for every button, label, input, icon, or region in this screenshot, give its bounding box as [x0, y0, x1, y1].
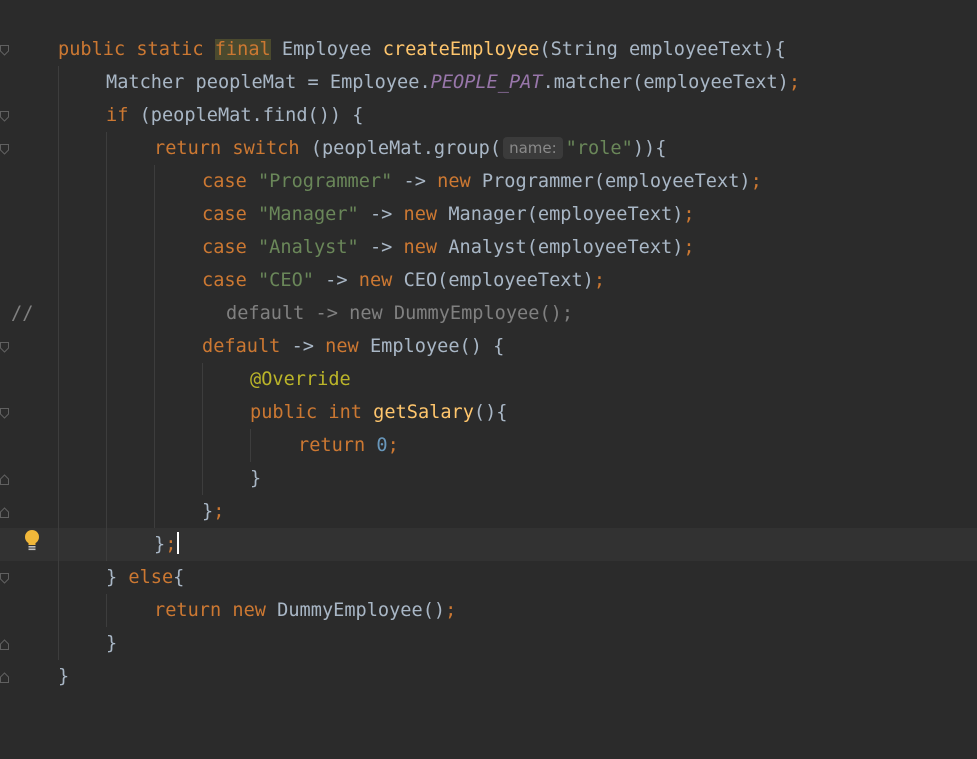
code-area[interactable]: public static final Employee createEmplo… [0, 0, 977, 702]
keyword-final-highlighted: final [214, 39, 271, 60]
code-text: CEO(employeeText) [403, 270, 594, 291]
keyword: int [328, 402, 362, 423]
keyword: return [298, 435, 366, 456]
string-literal: "role" [565, 138, 633, 159]
type-name: Employee [281, 39, 372, 60]
semicolon: ; [683, 204, 695, 225]
parameter-hint: name: [503, 137, 563, 159]
keyword: new [437, 171, 471, 192]
semicolon: ; [788, 72, 801, 93]
code-line: return 0; [0, 429, 977, 462]
string-literal: "Analyst" [257, 237, 359, 258]
code-line: return new DummyEmployee(); [0, 594, 977, 627]
code-line-current: }; [0, 528, 977, 561]
arrow: -> [369, 237, 393, 258]
keyword: else [128, 567, 174, 588]
code-line: } [0, 462, 977, 495]
code-line: case "Analyst" -> new Analyst(employeeTe… [0, 231, 977, 264]
code-line: return switch (peopleMat.group(name: "rol… [0, 132, 977, 165]
keyword: new [403, 237, 438, 258]
code-text: )){ [632, 138, 667, 159]
code-text: } [106, 633, 118, 654]
keyword: return [154, 138, 222, 159]
annotation: @Override [250, 369, 351, 390]
arrow: -> [403, 171, 426, 192]
code-text: } [106, 567, 129, 588]
keyword: case [202, 270, 247, 291]
code-line: Matcher peopleMat = Employee.PEOPLE_PAT.… [0, 66, 977, 99]
code-text: } [250, 468, 262, 489]
code-text: (peopleMat.find()) { [139, 105, 364, 126]
code-line: }; [0, 495, 977, 528]
keyword: case [202, 171, 247, 192]
code-text: Employee() { [369, 336, 505, 357]
comment-marker: // [11, 303, 34, 324]
semicolon: ; [683, 237, 695, 258]
code-line: case "Programmer" -> new Programmer(empl… [0, 165, 977, 198]
code-text: (){ [473, 402, 508, 423]
code-line: } [0, 660, 977, 693]
code-text: Programmer(employeeText) [481, 171, 751, 192]
static-field: PEOPLE_PAT [430, 72, 543, 93]
method-name: createEmployee [382, 39, 540, 60]
keyword: if [106, 105, 129, 126]
keyword: new [325, 336, 359, 357]
code-line: } else{ [0, 561, 977, 594]
code-line-commented: // default -> new DummyEmployee(); [0, 297, 977, 330]
string-literal: "CEO" [257, 270, 314, 291]
keyword: new [358, 270, 393, 291]
code-line: } [0, 627, 977, 660]
code-text: DummyEmployee() [277, 600, 446, 621]
number-literal: 0 [376, 435, 388, 456]
code-line: if (peopleMat.find()) { [0, 99, 977, 132]
arrow: -> [291, 336, 314, 357]
code-text: Manager(employeeText) [448, 204, 684, 225]
code-text: Analyst(employeeText) [448, 237, 684, 258]
code-text: { [173, 567, 185, 588]
code-text: (String employeeText){ [539, 39, 786, 60]
semicolon: ; [213, 501, 225, 522]
code-line: public int getSalary(){ [0, 396, 977, 429]
code-line: public static final Employee createEmplo… [0, 33, 977, 66]
semicolon: ; [165, 534, 177, 555]
text-caret [177, 532, 180, 554]
semicolon: ; [445, 600, 457, 621]
lightbulb-icon[interactable] [22, 529, 42, 553]
keyword: new [403, 204, 438, 225]
keyword: switch [232, 138, 300, 159]
code-text: (peopleMat.group( [310, 138, 502, 159]
keyword: return [154, 600, 222, 621]
code-text: .matcher(employeeText) [542, 72, 789, 93]
semicolon: ; [593, 270, 606, 291]
keyword: default [202, 336, 281, 357]
code-text: } [58, 666, 70, 687]
semicolon: ; [750, 171, 762, 192]
code-line: @Override [0, 363, 977, 396]
code-line: case "Manager" -> new Manager(employeeTe… [0, 198, 977, 231]
code-text: Matcher peopleMat = Employee. [106, 72, 431, 93]
code-line: case "CEO" -> new CEO(employeeText); [0, 264, 977, 297]
keyword: public static [58, 39, 204, 60]
semicolon: ; [387, 435, 399, 456]
code-text: } [202, 501, 214, 522]
string-literal: "Manager" [257, 204, 359, 225]
keyword: public [250, 402, 318, 423]
method-name: getSalary [373, 402, 474, 423]
string-literal: "Programmer" [257, 171, 393, 192]
code-text: } [154, 534, 166, 555]
keyword: case [202, 237, 247, 258]
commented-code: default -> new DummyEmployee(); [226, 303, 574, 324]
code-line: default -> new Employee() { [0, 330, 977, 363]
keyword: case [202, 204, 247, 225]
keyword: new [232, 600, 266, 621]
arrow: -> [369, 204, 393, 225]
arrow: -> [325, 270, 348, 291]
code-editor[interactable]: public static final Employee createEmplo… [0, 0, 977, 702]
